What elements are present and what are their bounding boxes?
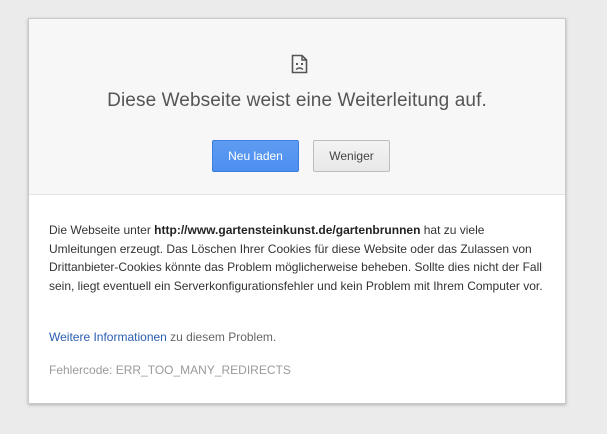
description-url: http://www.gartensteinkunst.de/gartenbru… — [154, 223, 421, 237]
error-description: Die Webseite unter http://www.gartenstei… — [49, 221, 549, 295]
error-details: Die Webseite unter http://www.gartenstei… — [29, 195, 565, 403]
less-button[interactable]: Weniger — [313, 140, 390, 172]
page-title: Diese Webseite weist eine Weiterleitung … — [107, 90, 487, 111]
more-info-line: Weitere Informationen zu diesem Problem. — [49, 330, 276, 344]
reload-button[interactable]: Neu laden — [212, 140, 299, 172]
error-header: Diese Webseite weist eine Weiterleitung … — [29, 19, 565, 195]
more-info-link[interactable]: Weitere Informationen — [49, 330, 167, 344]
error-card: Diese Webseite weist eine Weiterleitung … — [28, 18, 566, 404]
more-info-rest: zu diesem Problem. — [166, 330, 277, 344]
error-code: Fehlercode: ERR_TOO_MANY_REDIRECTS — [49, 363, 291, 377]
description-prefix: Die Webseite unter — [49, 223, 155, 237]
sad-page-icon — [291, 54, 308, 74]
